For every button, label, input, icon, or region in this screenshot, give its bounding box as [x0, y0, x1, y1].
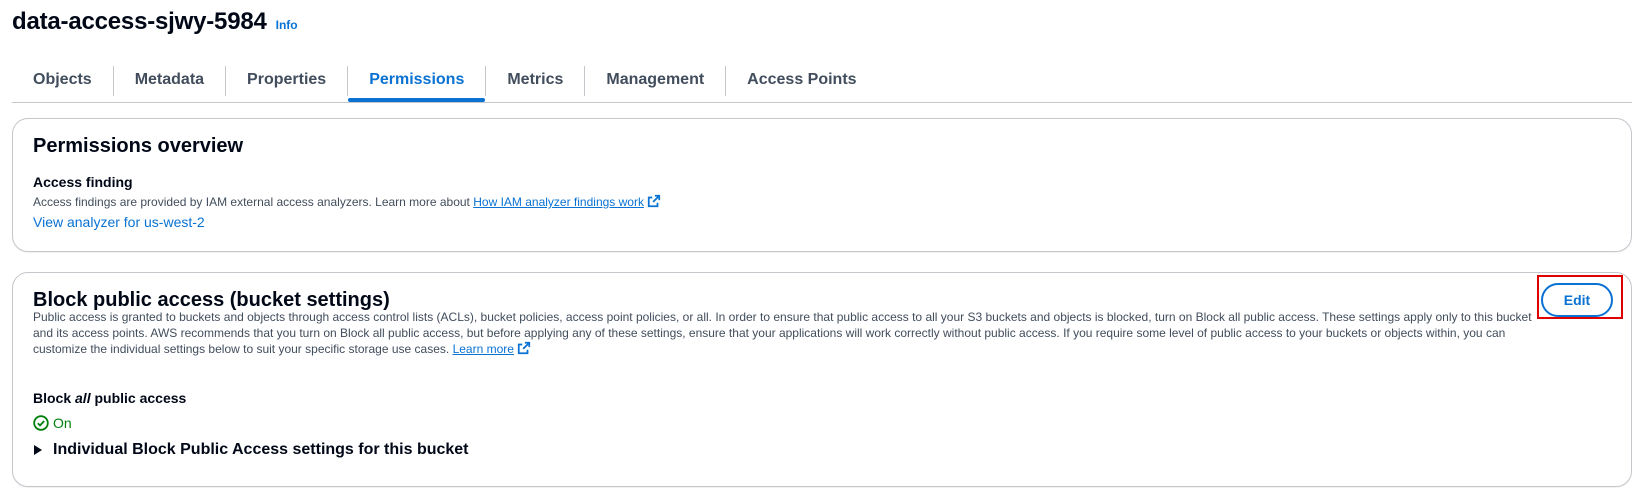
permissions-overview-heading: Permissions overview	[33, 135, 244, 157]
individual-settings-label: Individual Block Public Access settings …	[53, 441, 469, 458]
block-public-access-text: Public access is granted to buckets and …	[33, 310, 1532, 356]
status-text: On	[53, 415, 72, 431]
block-all-public-access-label: Block all public access	[33, 390, 186, 406]
block-all-emphasis: all	[75, 390, 91, 406]
tab-management[interactable]: Management	[585, 60, 725, 100]
block-all-suffix: public access	[90, 390, 187, 406]
page-header: data-access-sjwy-5984 Info	[12, 8, 298, 36]
s3-bucket-permissions-page: data-access-sjwy-5984 Info Objects Metad…	[0, 0, 1638, 490]
success-check-icon	[33, 415, 49, 431]
external-link-icon	[647, 194, 661, 208]
block-public-access-description: Public access is granted to buckets and …	[33, 309, 1553, 357]
block-all-status: On	[33, 415, 72, 431]
block-public-access-panel: Block public access (bucket settings) Ed…	[12, 272, 1632, 487]
tab-properties[interactable]: Properties	[226, 60, 347, 100]
info-link[interactable]: Info	[276, 18, 298, 32]
tab-metrics[interactable]: Metrics	[486, 60, 584, 100]
view-analyzer-link[interactable]: View analyzer for us-west-2	[33, 213, 205, 231]
page-title: data-access-sjwy-5984	[12, 8, 267, 35]
individual-settings-expander[interactable]: Individual Block Public Access settings …	[33, 441, 469, 459]
access-finding-description: Access findings are provided by IAM exte…	[33, 194, 661, 210]
caret-right-icon	[34, 445, 42, 455]
bucket-tabs: Objects Metadata Properties Permissions …	[12, 60, 1632, 103]
external-link-icon	[517, 341, 531, 355]
learn-more-link[interactable]: Learn more	[453, 342, 514, 356]
permissions-overview-panel: Permissions overview Access finding Acce…	[12, 118, 1632, 252]
tab-metadata[interactable]: Metadata	[114, 60, 225, 100]
access-finding-text: Access findings are provided by IAM exte…	[33, 195, 474, 209]
tab-permissions[interactable]: Permissions	[348, 60, 486, 102]
iam-analyzer-findings-link[interactable]: How IAM analyzer findings work	[473, 195, 644, 209]
tab-access-points[interactable]: Access Points	[726, 60, 877, 100]
block-all-prefix: Block	[33, 390, 76, 406]
access-finding-label: Access finding	[33, 174, 133, 190]
tab-objects[interactable]: Objects	[12, 60, 113, 100]
